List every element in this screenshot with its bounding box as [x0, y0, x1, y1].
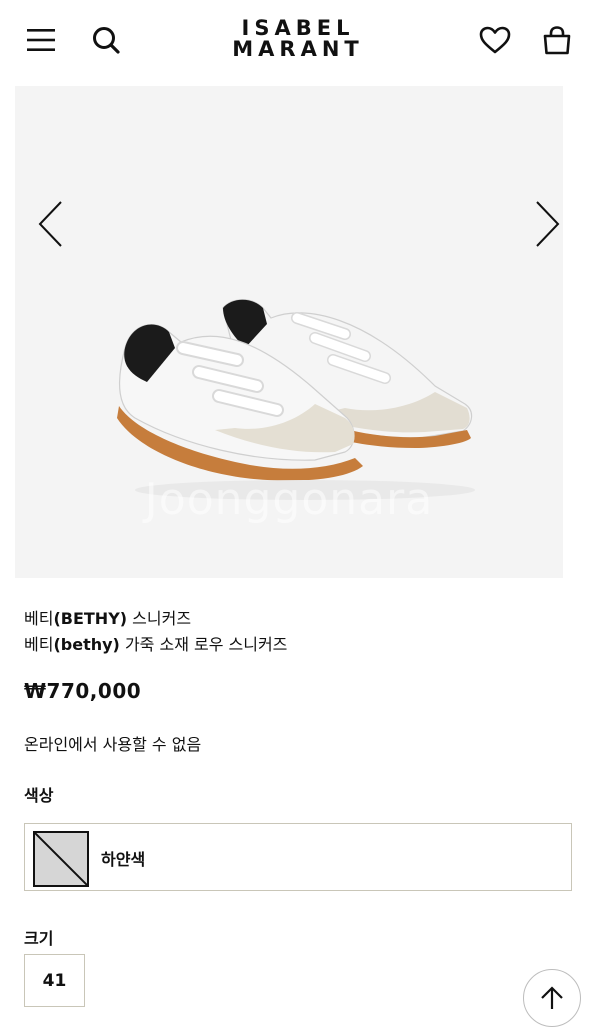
product-name-line-1: 베티(BETHY) 스니커즈	[24, 606, 287, 632]
brand-logo[interactable]: ISABEL MARANT	[198, 18, 398, 60]
product-name-line-2: 베티(bethy) 가죽 소재 로우 스니커즈	[24, 632, 287, 658]
product-name-en: (BETHY)	[53, 609, 128, 628]
watermark-text: Joonggonara	[144, 474, 434, 525]
color-swatch	[33, 831, 89, 887]
availability-text: 온라인에서 사용할 수 없음	[24, 735, 202, 754]
scroll-to-top-button[interactable]	[523, 969, 581, 1027]
menu-icon[interactable]	[23, 22, 59, 58]
product-category: 스니커즈	[127, 609, 192, 628]
product-image-gallery[interactable]: Joonggonara	[15, 86, 563, 578]
product-subtitle-en: (bethy)	[53, 635, 120, 654]
product-subtitle-ko: 베티	[24, 635, 54, 654]
search-icon[interactable]	[88, 22, 124, 58]
logo-line-2: MARANT	[232, 37, 364, 61]
logo-line-1: ISABEL	[241, 16, 355, 40]
product-name-ko: 베티	[24, 609, 54, 628]
product-description: 가죽 소재 로우 스니커즈	[119, 635, 288, 654]
arrow-up-icon	[541, 986, 563, 1009]
product-title: 베티(BETHY) 스니커즈 베티(bethy) 가죽 소재 로우 스니커즈	[24, 606, 287, 658]
color-label: 색상	[24, 786, 54, 805]
color-option-white[interactable]: 하얀색	[24, 823, 572, 891]
site-header: ISABEL MARANT	[0, 0, 596, 84]
product-price: ₩770,000	[24, 679, 142, 703]
color-name: 하얀색	[101, 850, 146, 869]
bag-icon[interactable]	[539, 22, 575, 58]
heart-icon[interactable]	[477, 22, 513, 58]
size-option[interactable]: 41	[24, 954, 85, 1007]
size-label: 크기	[24, 929, 54, 948]
